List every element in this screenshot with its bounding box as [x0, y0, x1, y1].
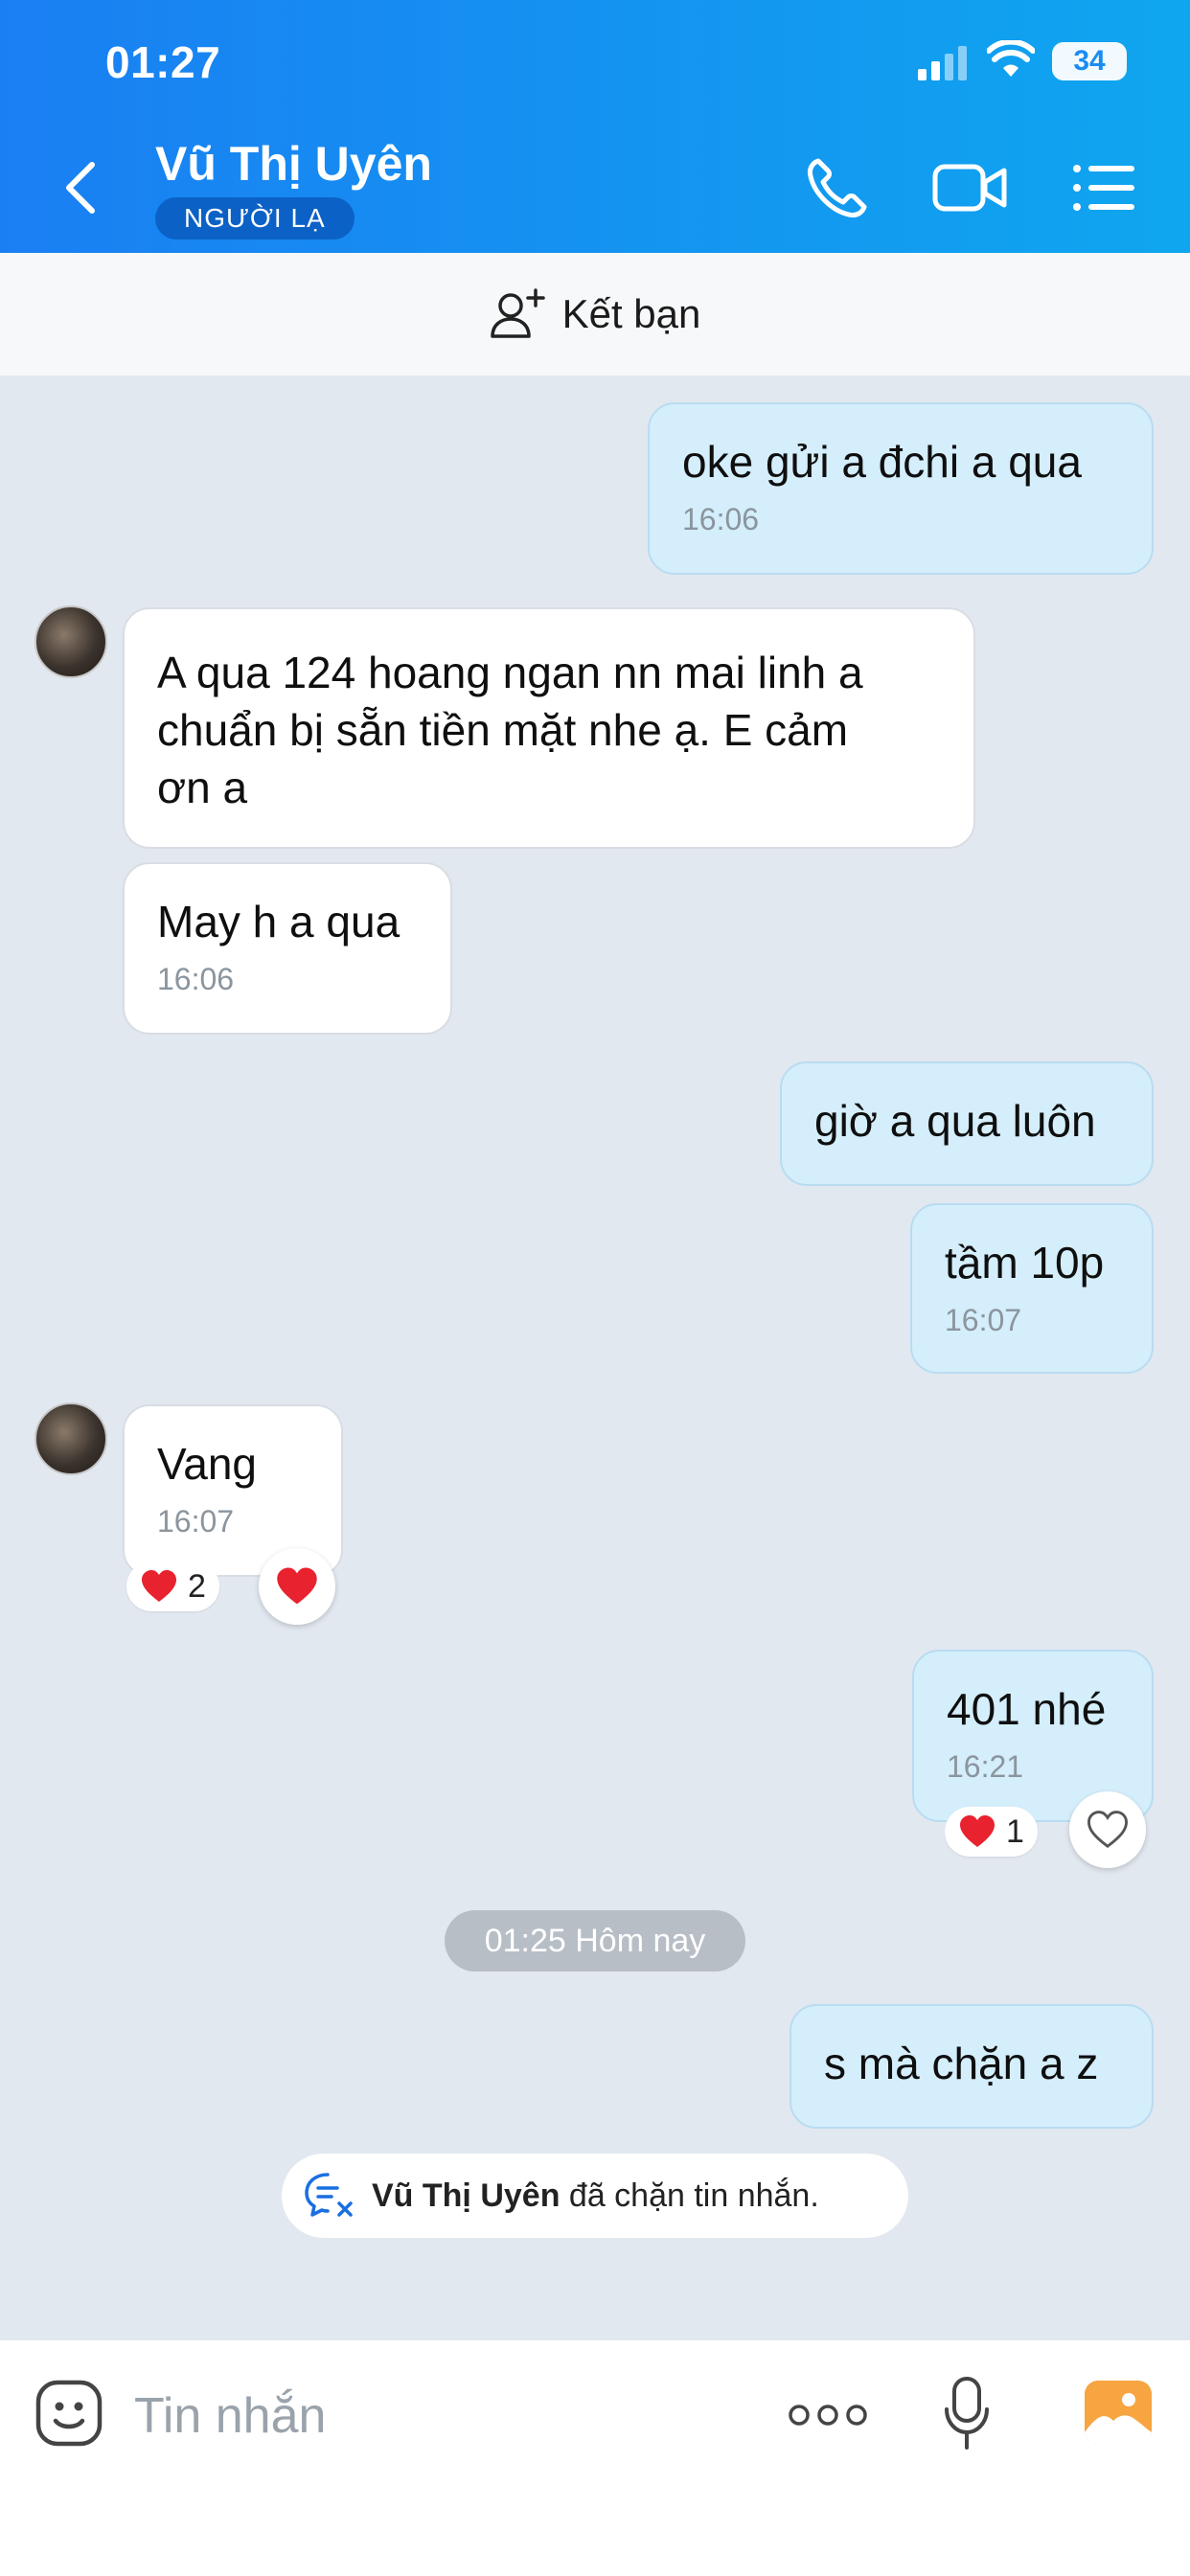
add-friend-button[interactable]: Kết bạn [0, 253, 1190, 376]
message-text-line: A qua 124 hoang ngan nn mai linh a [157, 648, 863, 697]
react-button[interactable] [1069, 1791, 1146, 1868]
message-bubble-outgoing[interactable]: tầm 10p 16:07 [910, 1203, 1154, 1374]
add-friend-label: Kết bạn [561, 291, 701, 336]
message-text-line: ơn a [157, 763, 248, 812]
blocked-message-icon [305, 2173, 353, 2217]
message-bubble-outgoing[interactable]: oke gửi a đchi a qua 16:06 [648, 402, 1154, 575]
add-friend-icon [490, 288, 545, 338]
reaction-summary[interactable]: 1 [945, 1807, 1038, 1857]
wifi-icon [987, 40, 1035, 77]
back-arrow-icon[interactable] [61, 161, 100, 215]
reaction-count: 1 [1006, 1812, 1024, 1850]
message-bubble-incoming[interactable]: A qua 124 hoang ngan nn mai linh a chuẩn… [123, 607, 975, 849]
contact-avatar[interactable] [34, 1402, 107, 1475]
contact-avatar[interactable] [34, 605, 107, 678]
blocked-notice-message: đã chặn tin nhắn. [560, 2177, 819, 2214]
blocked-notice: Vũ Thị Uyên đã chặn tin nhắn. [282, 2154, 908, 2238]
message-time: 16:06 [682, 502, 760, 536]
date-separator: 01:25 Hôm nay [445, 1910, 745, 1972]
message-composer [0, 2339, 1190, 2576]
emoji-icon[interactable] [34, 2379, 103, 2448]
message-time: 16:21 [947, 1749, 1024, 1784]
message-text: tầm 10p [945, 1238, 1105, 1288]
blocked-notice-text: Vũ Thị Uyên đã chặn tin nhắn. [372, 2177, 819, 2215]
message-time: 16:06 [157, 962, 235, 996]
message-text: 401 nhé [947, 1684, 1107, 1734]
chat-header: 01:27 34 Vũ Thị Uyên NGƯỜI LẠ [0, 0, 1190, 253]
battery-level: 34 [1073, 45, 1106, 77]
image-icon[interactable] [1083, 2379, 1154, 2446]
blocked-notice-name: Vũ Thị Uyên [372, 2177, 561, 2214]
heart-icon [277, 1567, 317, 1605]
message-text: oke gửi a đchi a qua [682, 437, 1082, 487]
message-bubble-outgoing[interactable]: giờ a qua luôn [780, 1061, 1154, 1186]
cellular-signal-icon [918, 46, 967, 80]
react-button[interactable] [259, 1548, 335, 1625]
phone-icon[interactable] [803, 153, 872, 222]
message-input[interactable] [132, 2375, 711, 2457]
stranger-badge: NGƯỜI LẠ [155, 197, 355, 239]
heart-icon [960, 1815, 995, 1847]
reaction-count: 2 [188, 1567, 206, 1605]
microphone-icon[interactable] [943, 2375, 991, 2451]
reaction-summary[interactable]: 2 [126, 1562, 219, 1611]
video-call-icon[interactable] [931, 153, 1008, 222]
heart-icon [142, 1570, 176, 1602]
message-text-line: chuẩn bị sẵn tiền mặt nhe ạ. E cảm [157, 705, 849, 755]
battery-indicator: 34 [1052, 42, 1127, 80]
message-text: giờ a qua luôn [814, 1096, 1096, 1146]
contact-name[interactable]: Vũ Thị Uyên [155, 136, 432, 192]
message-time: 16:07 [945, 1303, 1022, 1337]
message-text: s mà chặn a z [824, 2039, 1099, 2088]
message-text: May h a qua [157, 897, 400, 946]
message-bubble-outgoing[interactable]: s mà chặn a z [790, 2004, 1154, 2129]
status-time: 01:27 [105, 37, 221, 87]
add-friend-bar: Kết bạn [0, 253, 1190, 376]
more-dots-icon[interactable] [788, 2394, 868, 2436]
heart-outline-icon [1087, 1811, 1128, 1849]
list-menu-icon[interactable] [1071, 153, 1136, 222]
message-text: Vang [157, 1439, 258, 1489]
message-time: 16:07 [157, 1504, 235, 1539]
message-bubble-incoming[interactable]: May h a qua 16:06 [123, 862, 452, 1035]
